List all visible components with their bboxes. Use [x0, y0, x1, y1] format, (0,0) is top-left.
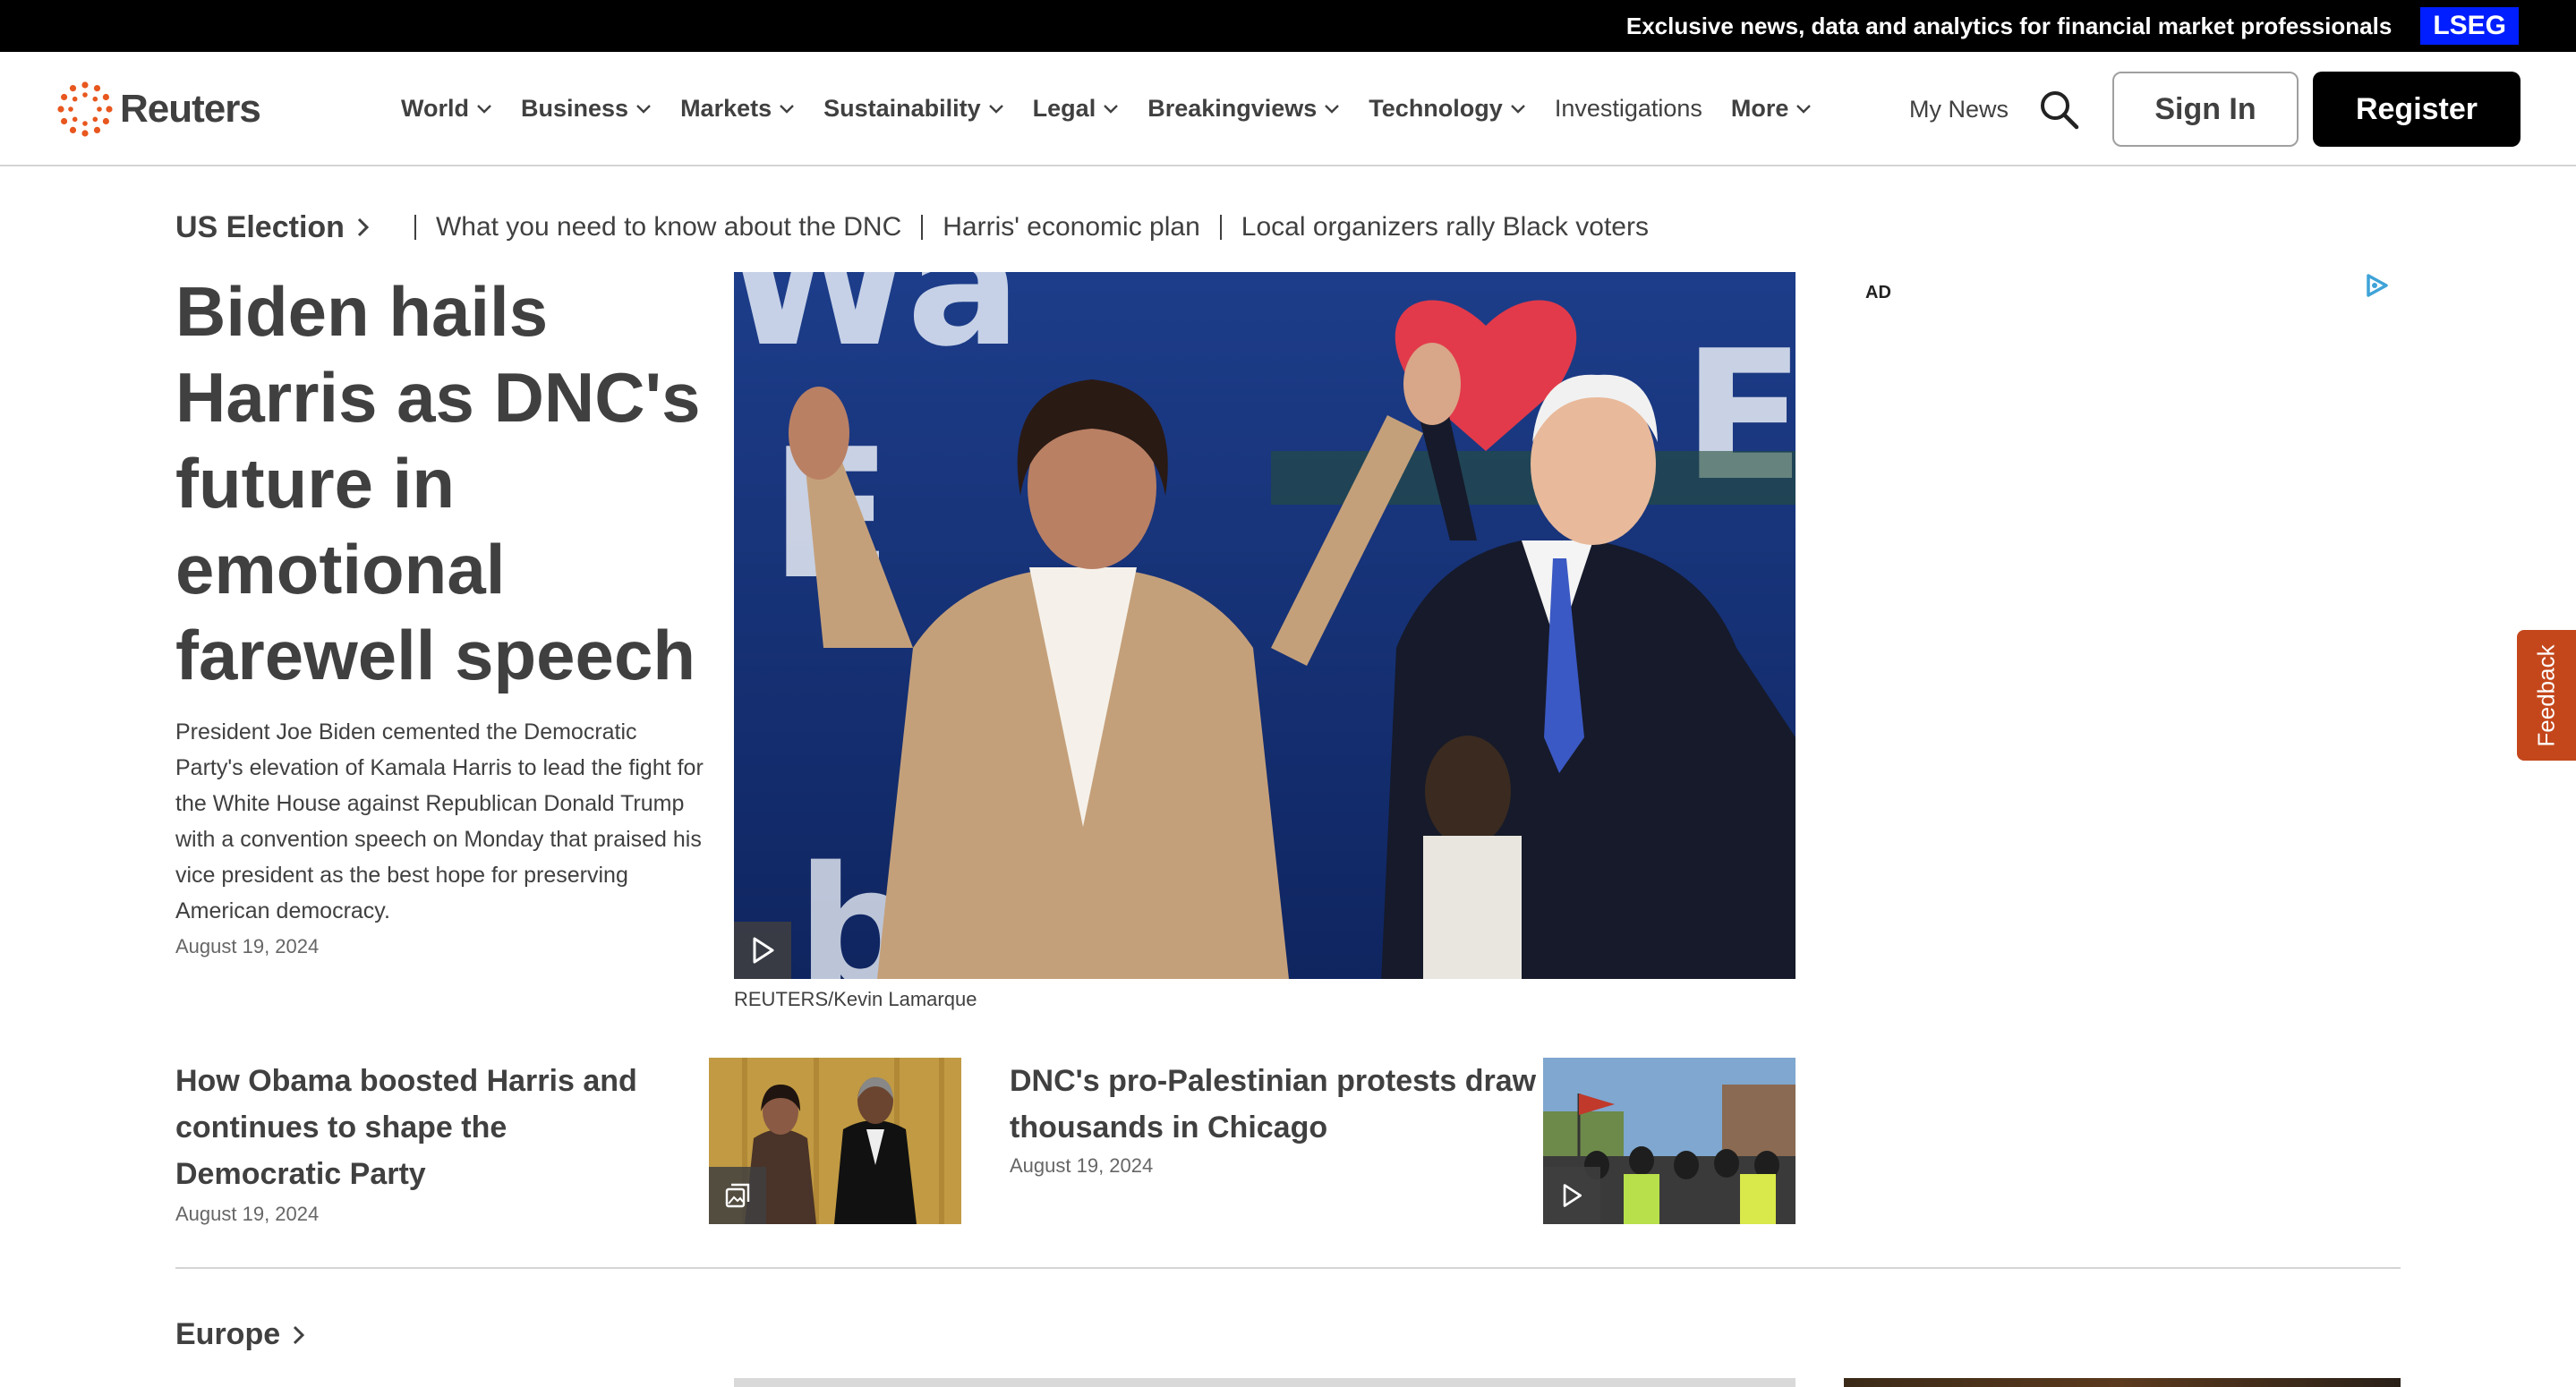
lead-summary: President Joe Biden cemented the Democra… [175, 719, 704, 923]
nav-item-label: World [401, 94, 469, 122]
lseg-badge[interactable]: LSEG [2420, 7, 2519, 45]
nav-item-label: Markets [680, 94, 772, 122]
story-date: August 19, 2024 [1010, 1154, 1154, 1177]
nav-item-business[interactable]: Business [521, 95, 652, 123]
nav-item-label: Legal [1032, 94, 1096, 122]
nav-item-legal[interactable]: Legal [1033, 95, 1120, 123]
lead-date: August 19, 2024 [175, 935, 320, 957]
gallery-icon [725, 1183, 750, 1208]
nav-item-breakingviews[interactable]: Breakingviews [1147, 95, 1340, 123]
story-headline-protests[interactable]: DNC's pro-Palestinian protests draw thou… [1010, 1058, 1538, 1151]
reuters-logo-icon [57, 81, 113, 137]
nav-item-label: Breakingviews [1147, 94, 1318, 122]
adchoices-icon[interactable] [2363, 272, 2390, 299]
nav-item-label: More [1730, 94, 1789, 122]
ad-label: AD [1865, 283, 1891, 302]
topic-strip: US Election What you need to know about … [175, 208, 1649, 247]
section-title: Europe [175, 1317, 281, 1351]
story-headline-obama[interactable]: How Obama boosted Harris and continues t… [175, 1058, 677, 1197]
topic-main-label: US Election [175, 209, 345, 244]
play-icon [753, 937, 774, 964]
logo-text: Reuters [120, 87, 261, 131]
chevron-down-icon [1104, 105, 1119, 114]
nav-item-label: Business [521, 94, 629, 122]
promo-text[interactable]: Exclusive news, data and analytics for f… [1626, 13, 2392, 40]
feedback-tab[interactable]: Feedback [2517, 630, 2576, 761]
nav-item-sustainability[interactable]: Sustainability [823, 95, 1004, 123]
story-date: August 19, 2024 [175, 1203, 320, 1225]
nav-item-more[interactable]: More [1731, 95, 1813, 123]
register-button[interactable]: Register [2313, 72, 2521, 147]
chevron-right-icon [357, 217, 370, 237]
europe-lead-image[interactable] [734, 1378, 1796, 1387]
video-play-badge[interactable] [1543, 1167, 1600, 1224]
feedback-label: Feedback [2532, 643, 2560, 747]
nav-item-label: Investigations [1554, 94, 1702, 122]
lead-image[interactable]: Wa E E bo [734, 272, 1796, 979]
reuters-logo[interactable]: Reuters [55, 79, 261, 140]
section-europe[interactable]: Europe [175, 1317, 309, 1352]
nav-item-markets[interactable]: Markets [680, 95, 795, 123]
nav-right: My News Sign In Register [1909, 72, 2521, 147]
nav-item-technology[interactable]: Technology [1369, 95, 1526, 123]
topic-link-economic-plan[interactable]: Harris' economic plan [943, 212, 1200, 243]
play-icon [1563, 1184, 1582, 1207]
chevron-down-icon [1325, 105, 1340, 114]
gallery-badge[interactable] [709, 1167, 766, 1224]
sign-in-button[interactable]: Sign In [2112, 72, 2299, 147]
topic-divider [921, 215, 924, 240]
promo-bar: Exclusive news, data and analytics for f… [0, 0, 2576, 52]
nav-item-world[interactable]: World [401, 95, 492, 123]
chevron-down-icon [780, 105, 794, 114]
topic-us-election[interactable]: US Election [175, 210, 373, 245]
chevron-down-icon [1796, 105, 1812, 114]
main-nav: Reuters World Business Markets Sustainab… [0, 52, 2576, 166]
lead-photo: Wa E E bo [734, 272, 1796, 979]
topic-divider [414, 215, 416, 240]
nav-item-label: Technology [1369, 94, 1503, 122]
lead-caption: REUTERS/Kevin Lamarque [734, 988, 977, 1010]
my-news-link[interactable]: My News [1909, 96, 2009, 123]
chevron-down-icon [477, 105, 491, 114]
europe-side-image[interactable] [1844, 1378, 2401, 1387]
topic-link-dnc[interactable]: What you need to know about the DNC [436, 212, 901, 243]
nav-links: World Business Markets Sustainability Le… [401, 52, 1840, 165]
nav-item-investigations[interactable]: Investigations [1555, 95, 1702, 123]
story-thumb-obama[interactable] [709, 1058, 961, 1224]
search-icon[interactable] [2037, 88, 2080, 131]
chevron-down-icon [988, 105, 1003, 114]
chevron-down-icon [636, 105, 651, 114]
nav-item-label: Sustainability [823, 94, 981, 122]
chevron-down-icon [1510, 105, 1525, 114]
topic-link-organizers[interactable]: Local organizers rally Black voters [1241, 212, 1649, 243]
section-divider [175, 1267, 2401, 1269]
lead-headline[interactable]: Biden hails Harris as DNC's future in em… [175, 268, 712, 698]
topic-divider [1219, 215, 1222, 240]
story-thumb-protests[interactable] [1543, 1058, 1796, 1224]
chevron-right-icon [294, 1325, 305, 1344]
svg-text:Wa: Wa [734, 272, 1021, 384]
video-play-badge[interactable] [734, 922, 791, 979]
